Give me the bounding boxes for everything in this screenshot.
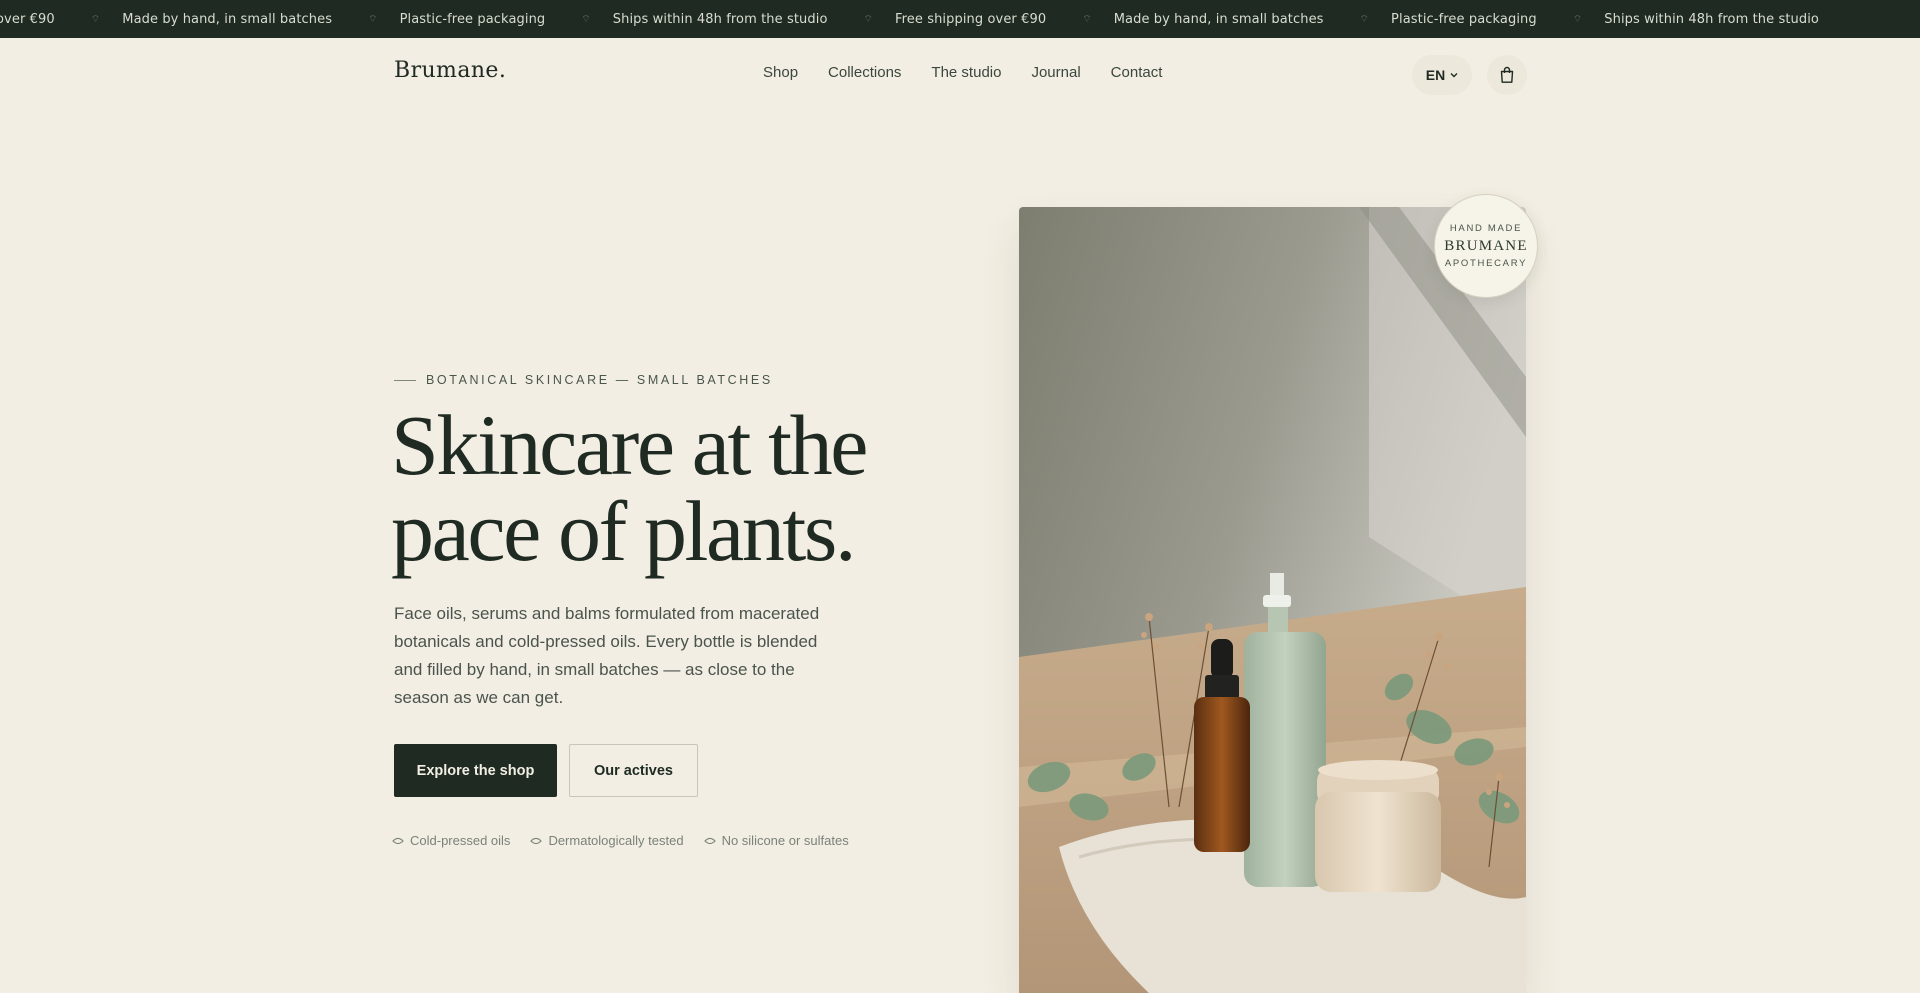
leaf-icon	[703, 837, 716, 844]
announcement-item: ⌔ Made by hand, in small batches	[91, 12, 368, 27]
hero-eyebrow: BOTANICAL SKINCARE — SMALL BATCHES	[394, 373, 773, 387]
feature-badge: No silicone or sulfates	[703, 833, 849, 848]
leaf-separator-icon: ⌔	[1572, 13, 1583, 25]
our-actives-button[interactable]: Our actives	[569, 744, 698, 797]
announcement-item: ⌔ Free shipping over €90	[864, 12, 1083, 27]
leaf-separator-icon: ⌔	[581, 13, 591, 25]
announcement-item: over €90	[0, 12, 91, 27]
product-still-life-illustration	[1019, 207, 1526, 993]
announcement-item: ⌔ Made by hand, in small batches	[1082, 12, 1359, 27]
announcement-text: Plastic-free packaging	[399, 11, 546, 27]
announcement-track: over €90 ⌔ Made by hand, in small batches…	[0, 0, 1855, 38]
brand-logo[interactable]: Brumane.	[394, 58, 506, 83]
feature-badge: Dermatologically tested	[530, 833, 684, 848]
feature-badge: Cold-pressed oils	[392, 833, 510, 848]
feature-badge-label: No silicone or sulfates	[721, 833, 849, 848]
site-header: Brumane. Shop Collections The studio Jou…	[0, 38, 1920, 110]
main-nav: Shop Collections The studio Journal Cont…	[763, 64, 1192, 81]
nav-link-journal[interactable]: Journal	[1031, 64, 1080, 81]
leaf-separator-icon: ⌔	[863, 13, 873, 25]
nav-link-contact[interactable]: Contact	[1111, 64, 1163, 81]
announcement-text: Ships within 48h from the studio	[612, 11, 828, 27]
stamp-line-3: APOTHECARY	[1444, 258, 1528, 269]
leaf-separator-icon: ⌔	[1359, 13, 1370, 25]
leaf-separator-icon: ⌔	[1082, 13, 1092, 25]
leaf-icon	[392, 837, 404, 844]
stamp-line-2: BRUMANE	[1444, 238, 1528, 254]
announcement-item: ⌔ Ships within 48h from the studio	[1573, 12, 1855, 27]
nav-link-the-studio[interactable]: The studio	[931, 64, 1001, 81]
feature-badges: Cold-pressed oils Dermatologically teste…	[392, 833, 849, 848]
language-selector[interactable]: EN	[1412, 55, 1472, 95]
hero-headline: Skincare at the pace of plants.	[391, 402, 911, 574]
leaf-icon	[530, 837, 543, 844]
language-label: EN	[1425, 67, 1446, 83]
announcement-text: Free shipping over €90	[895, 11, 1047, 27]
announcement-text: over €90	[0, 11, 55, 27]
eyebrow-rule	[394, 379, 416, 381]
leaf-separator-icon: ⌔	[90, 13, 101, 25]
feature-badge-label: Cold-pressed oils	[410, 833, 511, 848]
shopping-bag-icon	[1500, 66, 1514, 83]
stamp-line-1: HAND MADE	[1449, 223, 1523, 234]
leaf-separator-icon: ⌔	[368, 13, 378, 25]
chevron-down-icon	[1450, 73, 1458, 78]
announcement-bar: over €90 ⌔ Made by hand, in small batches…	[0, 0, 1920, 38]
announcement-item: ⌔ Plastic-free packaging	[1360, 12, 1573, 27]
hero-description: Face oils, serums and balms formulated f…	[394, 604, 820, 707]
cart-button[interactable]	[1487, 55, 1527, 95]
announcement-item: ⌔ Ships within 48h from the studio	[581, 12, 863, 27]
announcement-text: Made by hand, in small batches	[1113, 11, 1324, 27]
explore-shop-button[interactable]: Explore the shop	[394, 744, 557, 797]
announcement-text: Plastic-free packaging	[1391, 11, 1537, 27]
headline-line-2: pace of plants.	[391, 483, 856, 579]
announcement-text: Made by hand, in small batches	[122, 11, 333, 27]
nav-link-shop[interactable]: Shop	[763, 64, 798, 81]
feature-badge-label: Dermatologically tested	[548, 833, 684, 848]
headline-line-1: Skincare at the	[391, 397, 868, 493]
eyebrow-text: BOTANICAL SKINCARE — SMALL BATCHES	[426, 373, 773, 387]
hero-product-image	[1019, 207, 1526, 993]
nav-link-collections[interactable]: Collections	[828, 64, 901, 81]
announcement-item: ⌔ Plastic-free packaging	[368, 12, 581, 27]
announcement-text: Ships within 48h from the studio	[1604, 11, 1819, 27]
handmade-stamp: HAND MADE BRUMANE APOTHECARY	[1434, 194, 1538, 298]
